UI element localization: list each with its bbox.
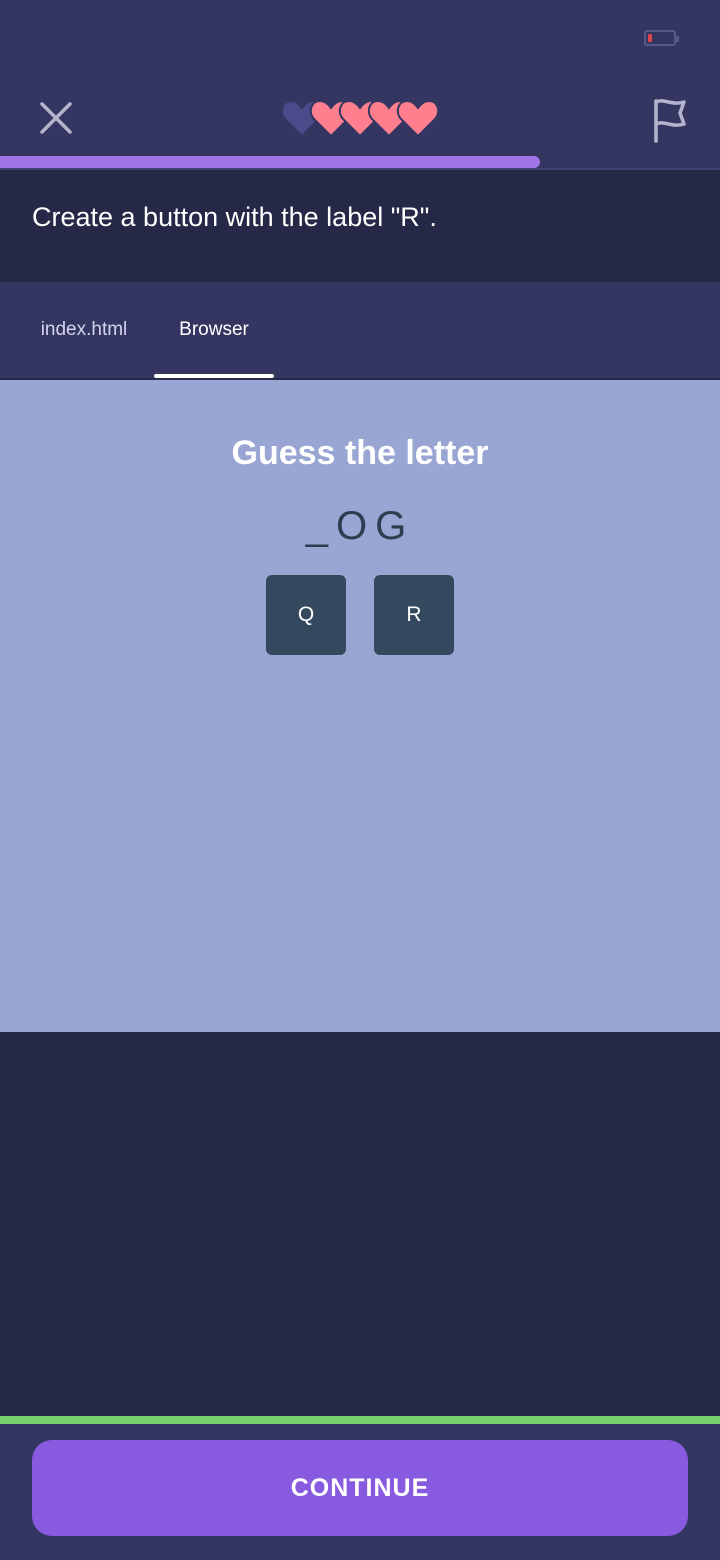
continue-button[interactable]: CONTINUE (32, 1440, 688, 1536)
tab-index-html[interactable]: index.html (22, 282, 146, 378)
empty-workspace (0, 1032, 720, 1416)
tab-browser[interactable]: Browser (154, 282, 274, 378)
footer: CONTINUE (0, 1424, 720, 1560)
game-title: Guess the letter (231, 434, 489, 472)
lesson-progress-bar (0, 156, 720, 168)
letter-button-q[interactable]: Q (266, 575, 346, 655)
success-indicator-bar (0, 1416, 720, 1424)
lesson-progress-fill (0, 156, 540, 168)
lives-hearts (280, 98, 450, 140)
hidden-word: _OG (305, 504, 415, 548)
battery-icon (644, 30, 679, 46)
close-button[interactable] (32, 94, 80, 142)
instruction-text: Create a button with the label "R". (32, 202, 437, 232)
file-tabs: index.html Browser (0, 282, 720, 378)
flag-icon (654, 99, 686, 143)
active-tab-indicator (154, 374, 274, 378)
browser-preview: Guess the letter _OG Q R (0, 380, 720, 1032)
instruction-panel: Create a button with the label "R". (0, 170, 720, 282)
heart-full-icon (396, 99, 440, 138)
battery-level (648, 34, 652, 42)
report-flag-button[interactable] (646, 94, 694, 146)
letter-button-r[interactable]: R (374, 575, 454, 655)
close-icon (40, 102, 72, 134)
status-bar (0, 0, 720, 80)
lesson-header (0, 80, 720, 168)
